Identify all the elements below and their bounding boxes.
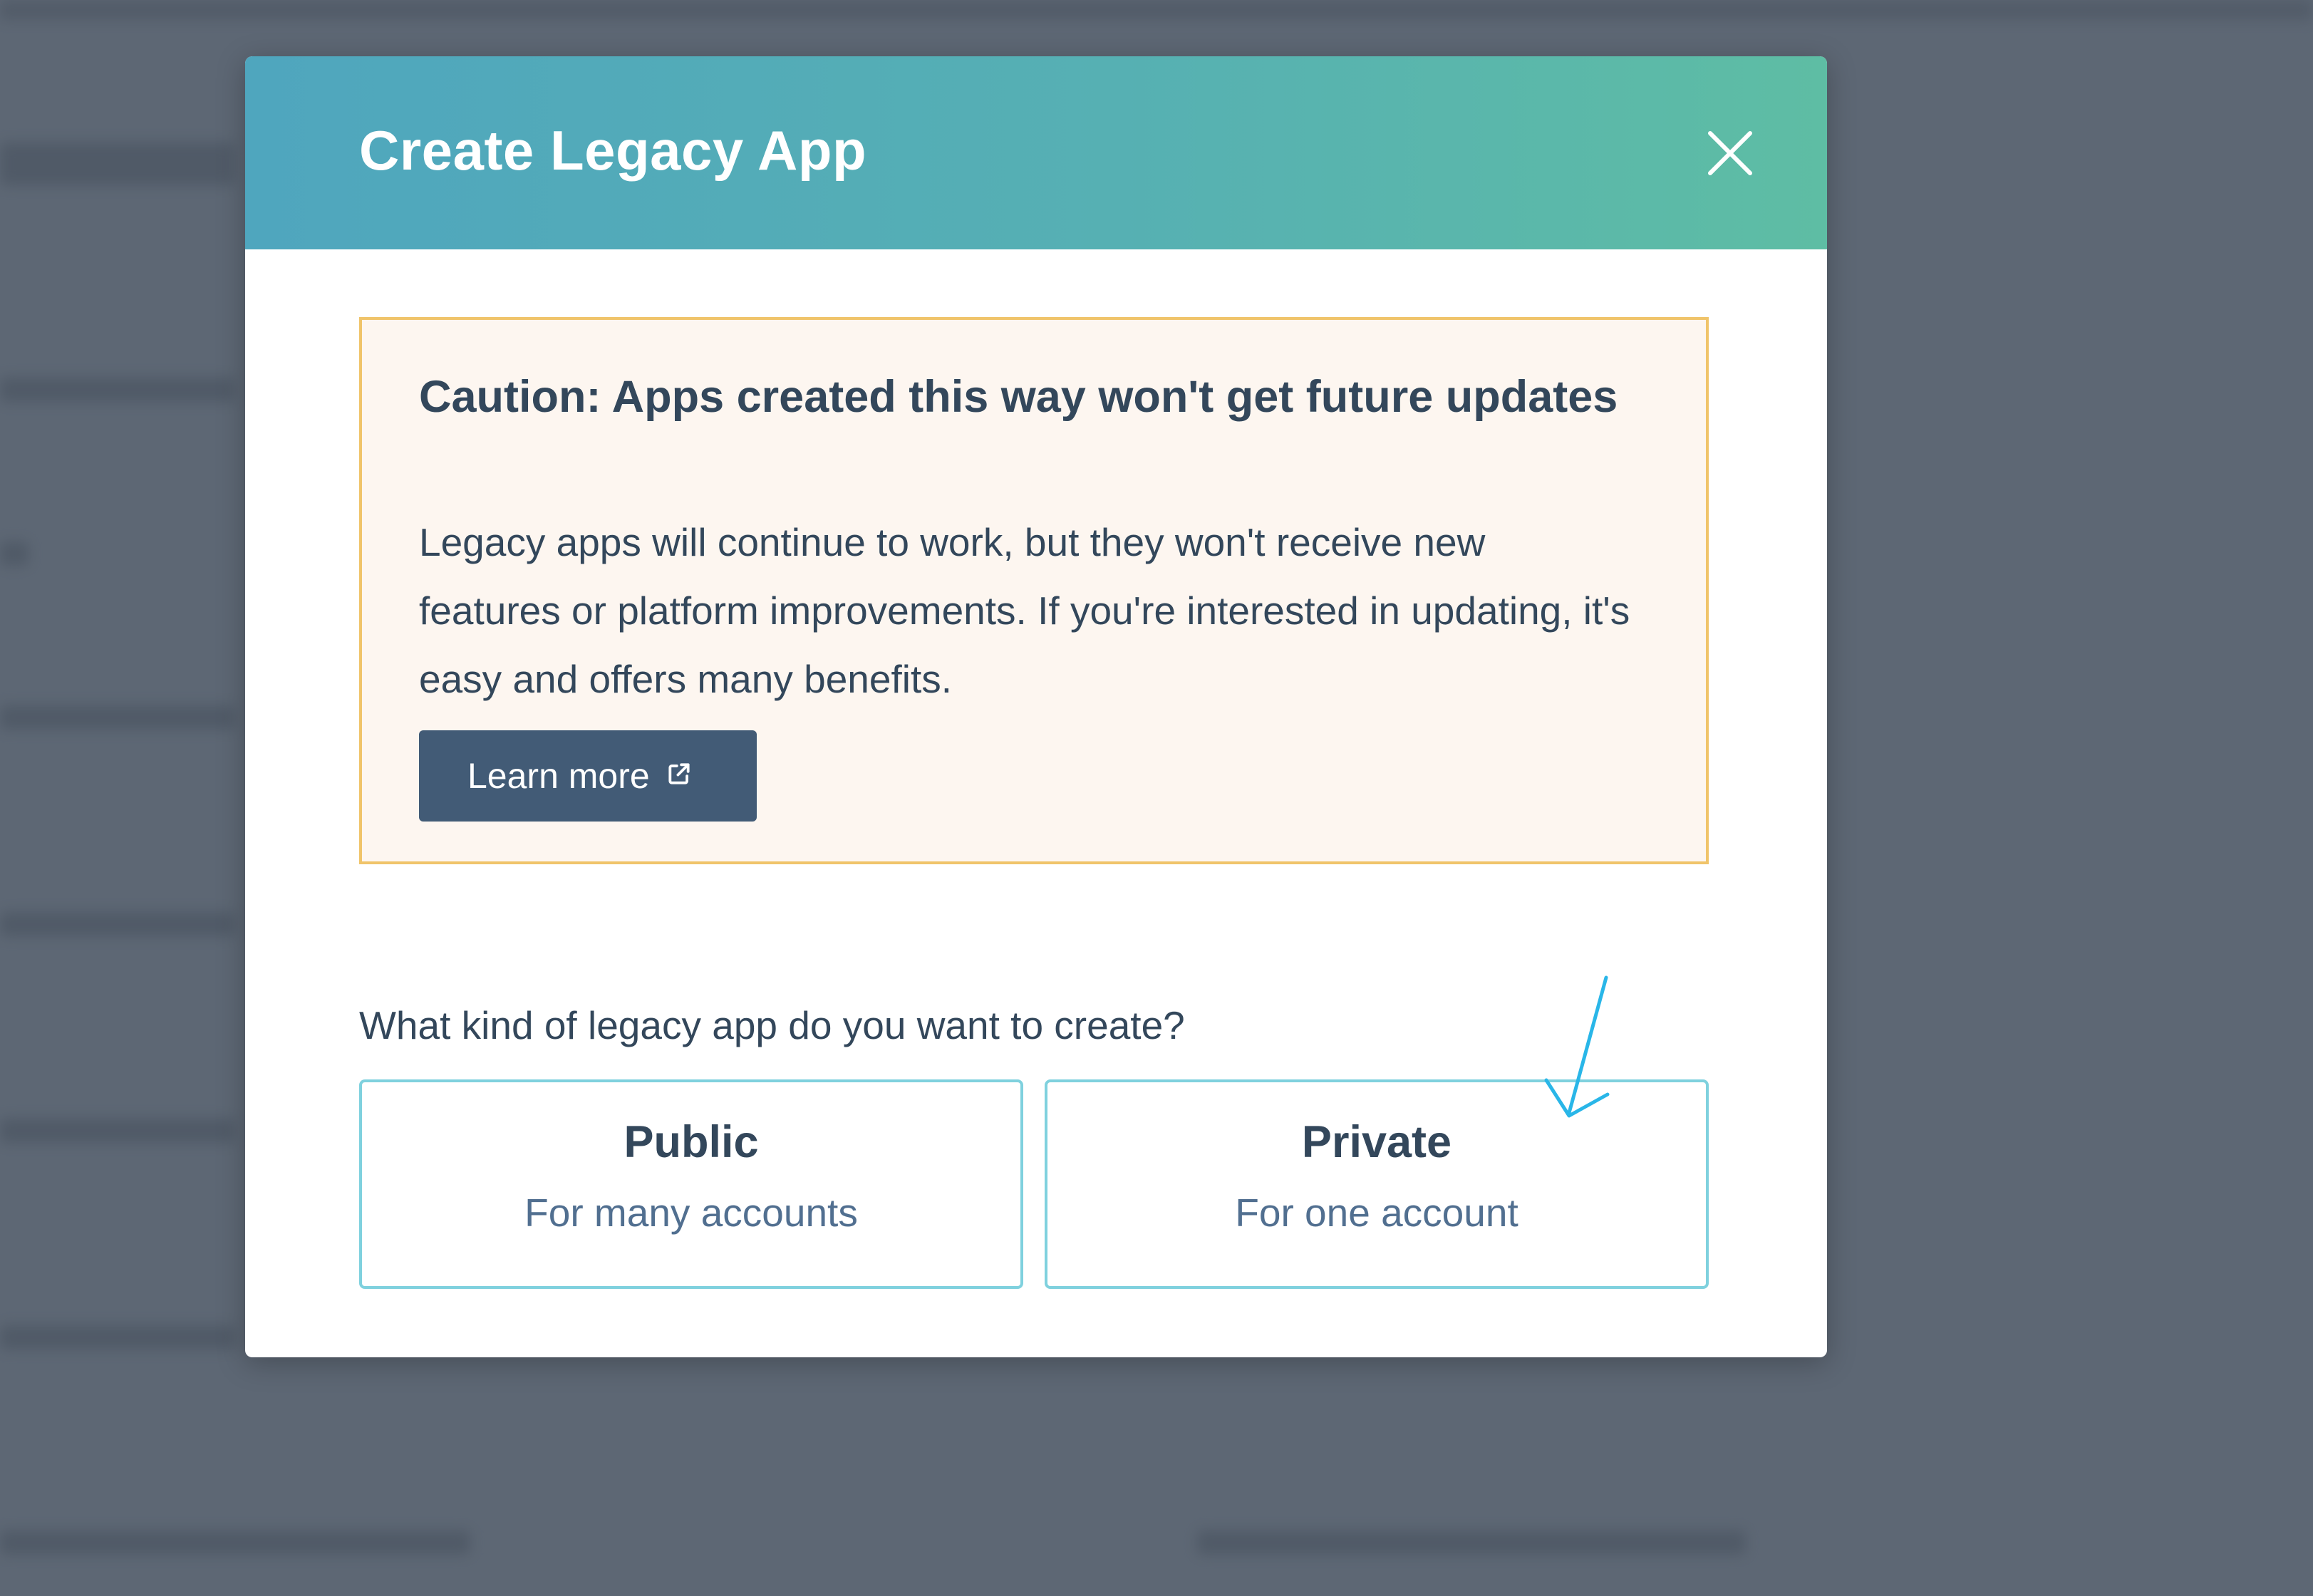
modal-header: Create Legacy App bbox=[245, 56, 1827, 249]
app-type-question: What kind of legacy app do you want to c… bbox=[359, 1003, 1185, 1047]
close-button[interactable] bbox=[1702, 125, 1759, 182]
private-app-option[interactable]: Private For one account bbox=[1045, 1079, 1709, 1289]
caution-body: Legacy apps will continue to work, but t… bbox=[419, 520, 1630, 701]
background-row bbox=[0, 912, 235, 936]
background-row bbox=[0, 1119, 235, 1143]
public-app-option[interactable]: Public For many accounts bbox=[359, 1079, 1023, 1289]
background-row bbox=[0, 1325, 235, 1349]
background-row bbox=[0, 542, 29, 566]
caution-alert: Caution: Apps created this way won't get… bbox=[359, 317, 1709, 864]
modal-title: Create Legacy App bbox=[359, 119, 867, 182]
external-link-icon bbox=[666, 760, 693, 787]
background-row bbox=[0, 705, 235, 730]
background-footer-left bbox=[0, 1530, 470, 1555]
private-option-subtitle: For one account bbox=[1235, 1191, 1518, 1235]
public-option-title: Public bbox=[623, 1117, 759, 1167]
public-option-subtitle: For many accounts bbox=[524, 1191, 858, 1235]
create-legacy-app-modal: Create Legacy App Caution: Apps created … bbox=[245, 56, 1827, 1357]
background-footer-right bbox=[1197, 1530, 1746, 1555]
background-topbar bbox=[0, 0, 2313, 20]
background-heading bbox=[0, 142, 235, 185]
learn-more-label: Learn more bbox=[467, 756, 650, 796]
private-option-title: Private bbox=[1301, 1117, 1452, 1167]
learn-more-button[interactable]: Learn more bbox=[419, 730, 757, 822]
caution-title: Caution: Apps created this way won't get… bbox=[419, 372, 1618, 422]
background-row bbox=[0, 378, 235, 402]
close-icon bbox=[1708, 131, 1752, 175]
